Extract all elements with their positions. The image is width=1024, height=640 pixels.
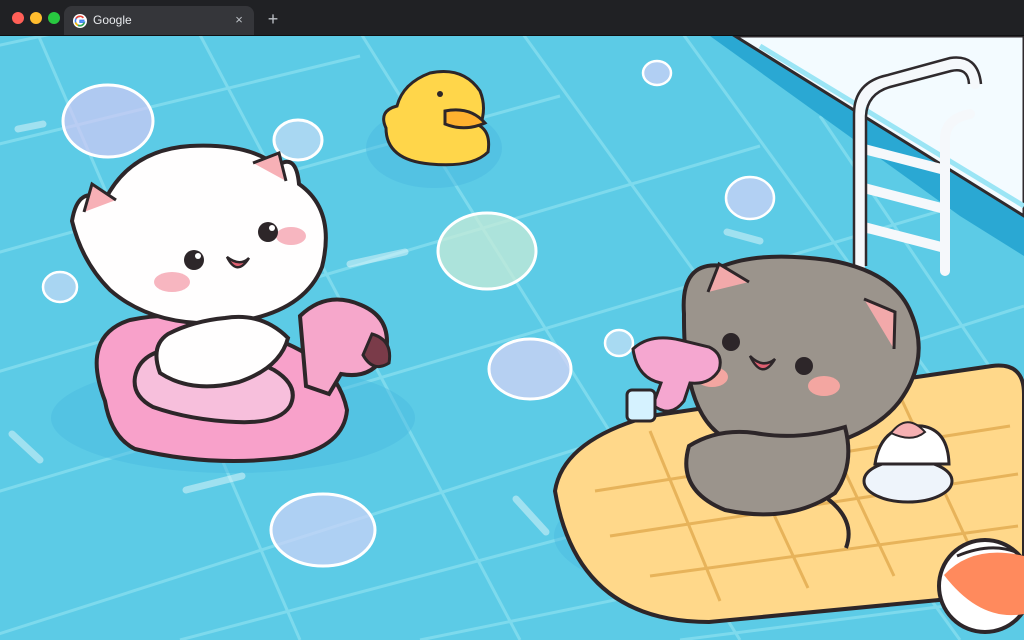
browser-window: Google × + — [0, 0, 1024, 640]
maximize-window-button[interactable] — [48, 12, 60, 24]
new-tab-button[interactable]: + — [264, 10, 282, 28]
page-content — [0, 36, 1024, 640]
pool-wallpaper — [0, 36, 1024, 640]
title-bar: Google × + — [0, 0, 1024, 36]
tab-google[interactable]: Google × — [64, 6, 254, 35]
google-g-icon — [73, 14, 87, 28]
minimize-window-button[interactable] — [30, 12, 42, 24]
tab-close-icon[interactable]: × — [231, 12, 247, 28]
tab-title: Google — [93, 13, 132, 27]
beach-ball — [937, 538, 1024, 634]
close-window-button[interactable] — [12, 12, 24, 24]
